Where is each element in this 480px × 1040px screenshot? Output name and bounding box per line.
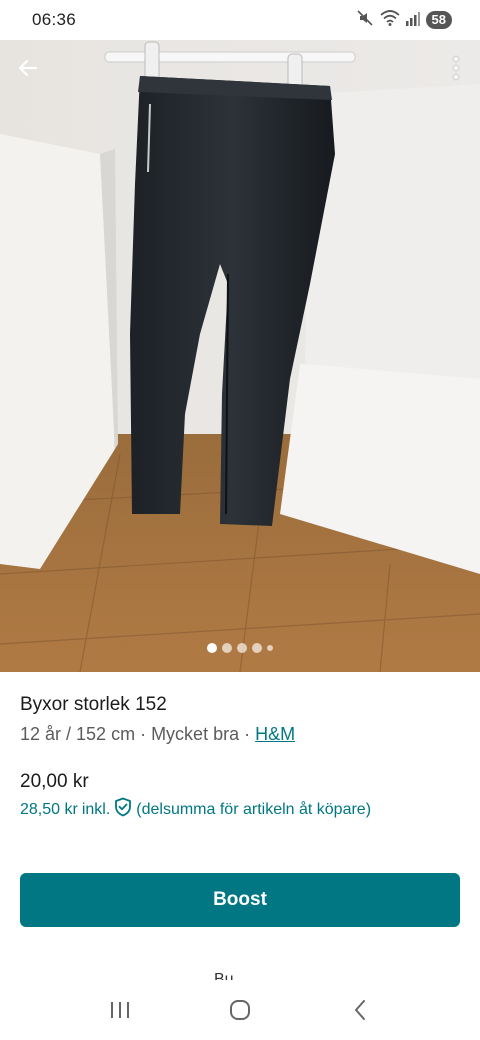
shield-check-icon: [114, 797, 132, 822]
screen: 06:36 58 Byxor storlek 152 12 år / 152 c…: [0, 0, 480, 1040]
item-meta: 12 år / 152 cm · Mycket bra · H&M: [20, 724, 295, 745]
item-title: Byxor storlek 152: [20, 694, 167, 715]
recent-apps-icon: [111, 1002, 129, 1018]
item-size: 12 år / 152 cm: [20, 724, 136, 744]
brand-link[interactable]: H&M: [255, 724, 295, 744]
status-bar: 06:36 58: [0, 0, 480, 40]
arrow-left-icon: [18, 59, 38, 77]
pagination-dot: [207, 643, 217, 653]
pagination-dot: [237, 643, 247, 653]
home-icon: [230, 1000, 250, 1020]
price-incl-amount: 28,50 kr: [20, 800, 78, 818]
home-button[interactable]: [220, 990, 260, 1030]
partial-action-label: Bu: [214, 971, 234, 980]
price-incl-label: inkl.: [81, 800, 111, 818]
product-photo[interactable]: [0, 34, 480, 672]
status-time: 06:36: [32, 10, 77, 29]
mute-icon: [356, 9, 374, 32]
item-condition: Mycket bra: [151, 724, 240, 744]
battery-badge: 58: [425, 11, 452, 29]
meta-separator: ·: [135, 724, 152, 744]
boost-button[interactable]: Boost: [20, 873, 460, 927]
item-price: 20,00 kr: [20, 771, 89, 792]
signal-icon: [405, 10, 420, 31]
pagination-dot: [222, 643, 232, 653]
system-nav-bar: [0, 980, 480, 1040]
pagination-dot: [267, 645, 273, 651]
wifi-icon: [379, 9, 400, 32]
price-incl-note: (delsumma för artikeln åt köpare): [136, 800, 372, 818]
meta-separator: ·: [239, 724, 256, 744]
price-incl-protection[interactable]: 28,50 kr inkl. (delsumma för artikeln åt…: [20, 797, 371, 822]
chevron-left-icon: [355, 1000, 365, 1020]
photo-pagination: [0, 643, 480, 653]
recent-apps-button[interactable]: [100, 990, 140, 1030]
back-nav-button[interactable]: [340, 990, 380, 1030]
more-options-icon[interactable]: [448, 52, 464, 84]
status-icons: 58: [356, 9, 452, 32]
pagination-dot: [252, 643, 262, 653]
back-button[interactable]: [12, 52, 44, 84]
